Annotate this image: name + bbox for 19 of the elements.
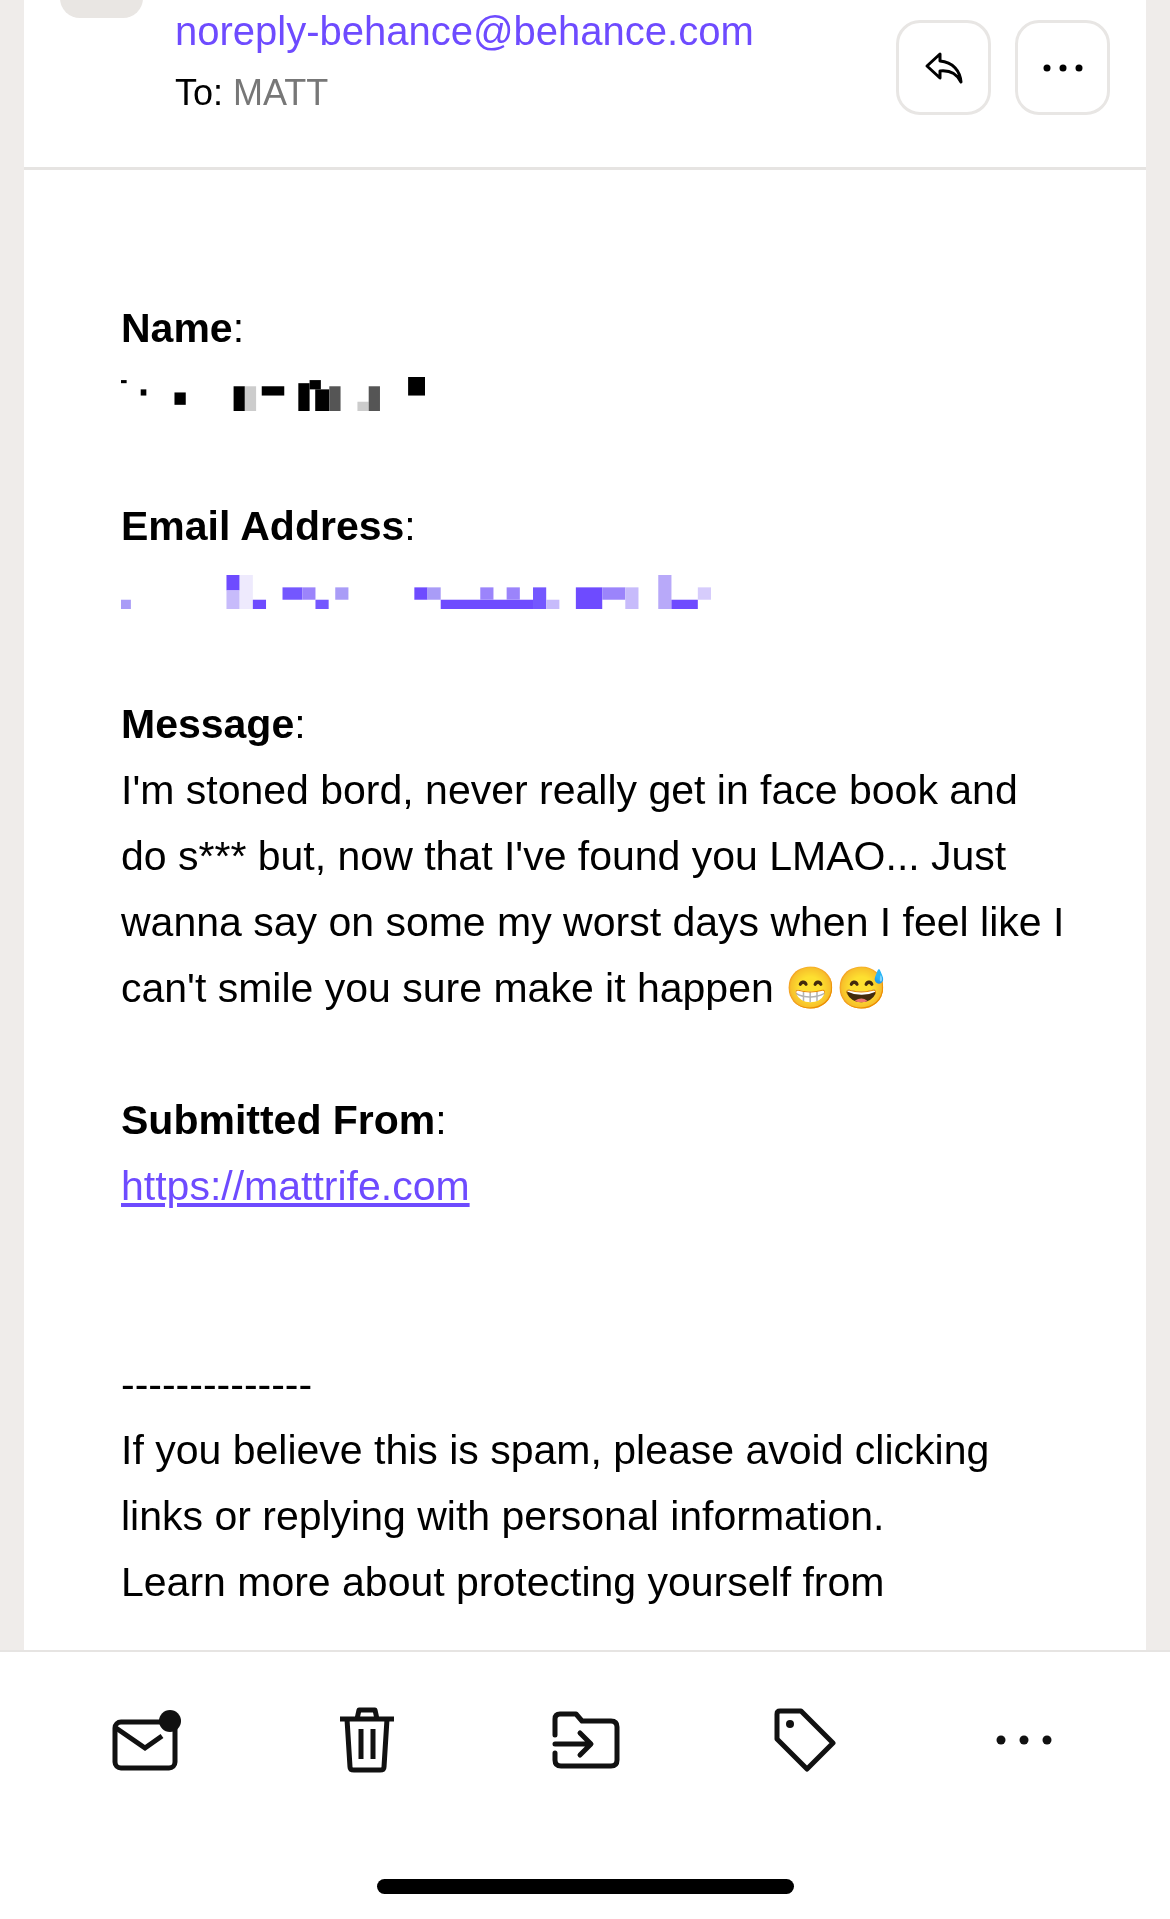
- field-label: Name:: [121, 304, 246, 353]
- field-label: Message:: [121, 700, 307, 749]
- tag-icon: [772, 1708, 837, 1772]
- sender-email[interactable]: noreply-behance@behance.com: [175, 8, 896, 54]
- field-label: Submitted From:: [121, 1096, 448, 1145]
- reply-icon: [923, 50, 964, 85]
- more-icon: [1042, 63, 1083, 72]
- to-label: To:: [175, 72, 224, 113]
- spam-notice: Learn more about protecting yourself from: [121, 1558, 886, 1607]
- envelope-icon: [111, 1708, 184, 1772]
- divider-text: --------------: [121, 1360, 314, 1409]
- more-icon: [995, 1735, 1052, 1745]
- folder-arrow-icon: [551, 1711, 620, 1769]
- field-label: Email Address:: [121, 502, 417, 551]
- recipient-name: MATT: [233, 72, 329, 113]
- reply-button[interactable]: [896, 20, 991, 115]
- website-link[interactable]: https://mattrife.com: [121, 1153, 470, 1219]
- message-text: I'm stoned bord, never really get in face book and do s*** but, now that I've found you LMAO... Just wanna say on some my worst days when I feel like I can't smile you sure make it happen 😁😅: [121, 766, 1066, 1013]
- spam-notice: If you believe this is spam, please avoid clicking links or replying with personal information.: [121, 1426, 991, 1541]
